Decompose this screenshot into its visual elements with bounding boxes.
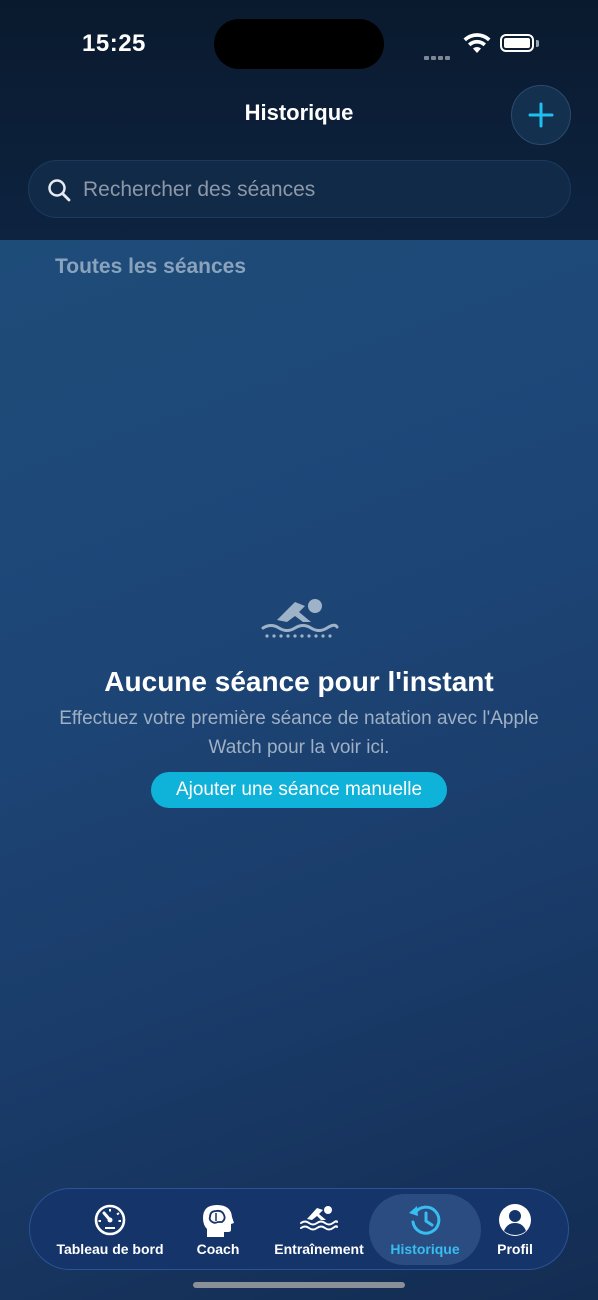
tab-bar: Tableau de bord Coach Entraînement Histo… (29, 1188, 569, 1270)
empty-state-description: Effectuez votre première séance de natat… (59, 708, 539, 758)
tab-label: Entraînement (274, 1241, 364, 1257)
section-title-all-sessions: Toutes les séances (55, 255, 247, 278)
tab-label: Historique (390, 1241, 460, 1257)
person-circle-icon (499, 1204, 531, 1236)
add-manual-session-button[interactable]: Ajouter une séance manuelle (151, 772, 447, 808)
swimmer-icon (261, 599, 339, 638)
tab-history[interactable]: Historique (369, 1194, 481, 1265)
home-indicator[interactable] (193, 1282, 405, 1288)
wifi-icon (463, 33, 491, 53)
history-clock-icon (409, 1205, 441, 1235)
tab-label: Coach (196, 1241, 240, 1257)
brain-head-icon (203, 1205, 234, 1237)
search-input[interactable] (81, 161, 555, 219)
empty-state-title: Aucune séance pour l'instant (104, 666, 494, 697)
cellular-signal-icon (424, 47, 452, 65)
gauge-icon (94, 1204, 126, 1236)
search-icon (48, 179, 71, 202)
tab-label: Profil (497, 1241, 533, 1257)
tab-profile[interactable]: Profil (485, 1189, 545, 1269)
search-bar[interactable] (28, 160, 571, 219)
swimmer-icon (300, 1206, 338, 1231)
add-session-button[interactable] (511, 85, 571, 145)
plus-icon (528, 102, 554, 128)
tab-label: Tableau de bord (56, 1241, 164, 1257)
dynamic-island (214, 19, 384, 69)
page-title: Historique (244, 100, 354, 125)
status-bar: 15:25 (0, 0, 598, 90)
tab-training[interactable]: Entraînement (266, 1189, 372, 1269)
battery-tip (536, 40, 539, 47)
battery-icon (500, 34, 534, 52)
tab-coach[interactable]: Coach (180, 1189, 256, 1269)
status-time: 15:25 (82, 30, 146, 57)
top-header-area: 15:25 Historique (0, 0, 598, 240)
tab-dashboard[interactable]: Tableau de bord (42, 1189, 178, 1269)
